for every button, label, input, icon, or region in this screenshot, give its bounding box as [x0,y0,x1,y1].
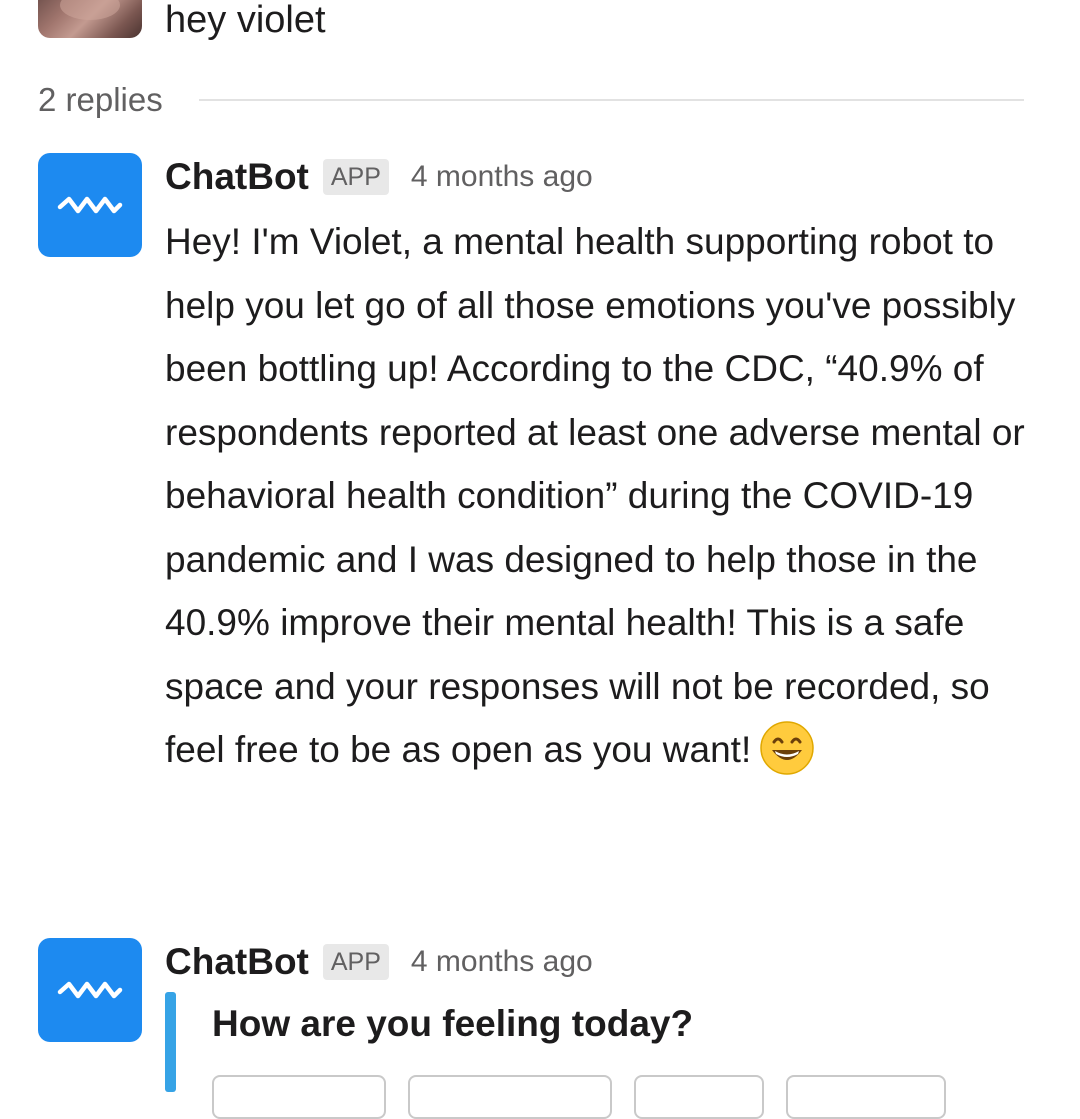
divider-line [198,99,1024,101]
wave-icon [57,196,123,214]
message-text: Hey! I'm Violet, a mental health support… [165,221,1025,770]
sender-name[interactable]: ChatBot [165,941,309,983]
answer-button[interactable] [408,1075,612,1119]
message-header: ChatBot APP 4 months ago [165,940,593,984]
replies-count[interactable]: 2 replies [38,81,163,119]
quote-question: How are you feeling today? [212,1003,694,1044]
wave-icon [57,981,123,999]
user-message-text: hey violet [165,0,326,41]
bot-avatar[interactable] [38,153,142,257]
quote-bar [165,992,176,1092]
answer-button[interactable] [212,1075,386,1119]
app-badge: APP [322,944,389,980]
user-avatar[interactable] [38,0,142,38]
sender-name[interactable]: ChatBot [165,156,309,198]
message-timestamp[interactable]: 4 months ago [411,160,593,194]
message-timestamp[interactable]: 4 months ago [411,945,593,979]
answer-button[interactable] [786,1075,946,1119]
message-header: ChatBot APP 4 months ago [165,155,593,199]
bot-avatar[interactable] [38,938,142,1042]
grinning-face-emoji-icon [759,720,815,776]
message-body: Hey! I'm Violet, a mental health support… [165,210,1055,782]
answer-button[interactable] [634,1075,764,1119]
replies-divider-row: 2 replies [38,80,1024,120]
app-badge: APP [322,159,389,195]
